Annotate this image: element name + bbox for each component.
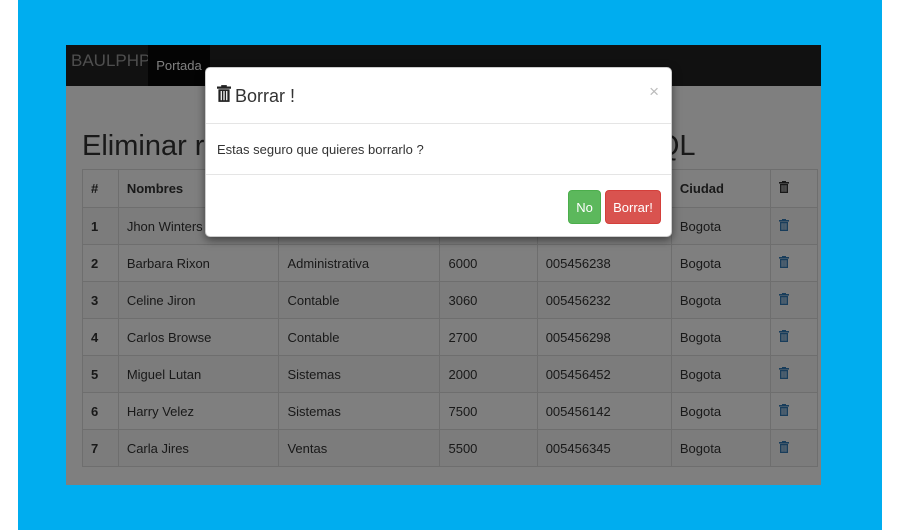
- modal-body-text: Estas seguro que quieres borrarlo ?: [217, 142, 424, 157]
- modal-title-text: Borrar !: [235, 85, 296, 106]
- confirm-delete-button[interactable]: Borrar!: [605, 190, 661, 224]
- close-icon[interactable]: ×: [649, 82, 659, 102]
- modal-footer: No Borrar!: [206, 174, 671, 237]
- modal-header: Borrar ! ×: [206, 68, 671, 124]
- cancel-button[interactable]: No: [568, 190, 601, 224]
- trash-icon: [217, 85, 231, 107]
- modal-title: Borrar !: [217, 85, 295, 107]
- delete-modal: Borrar ! × Estas seguro que quieres borr…: [205, 67, 672, 237]
